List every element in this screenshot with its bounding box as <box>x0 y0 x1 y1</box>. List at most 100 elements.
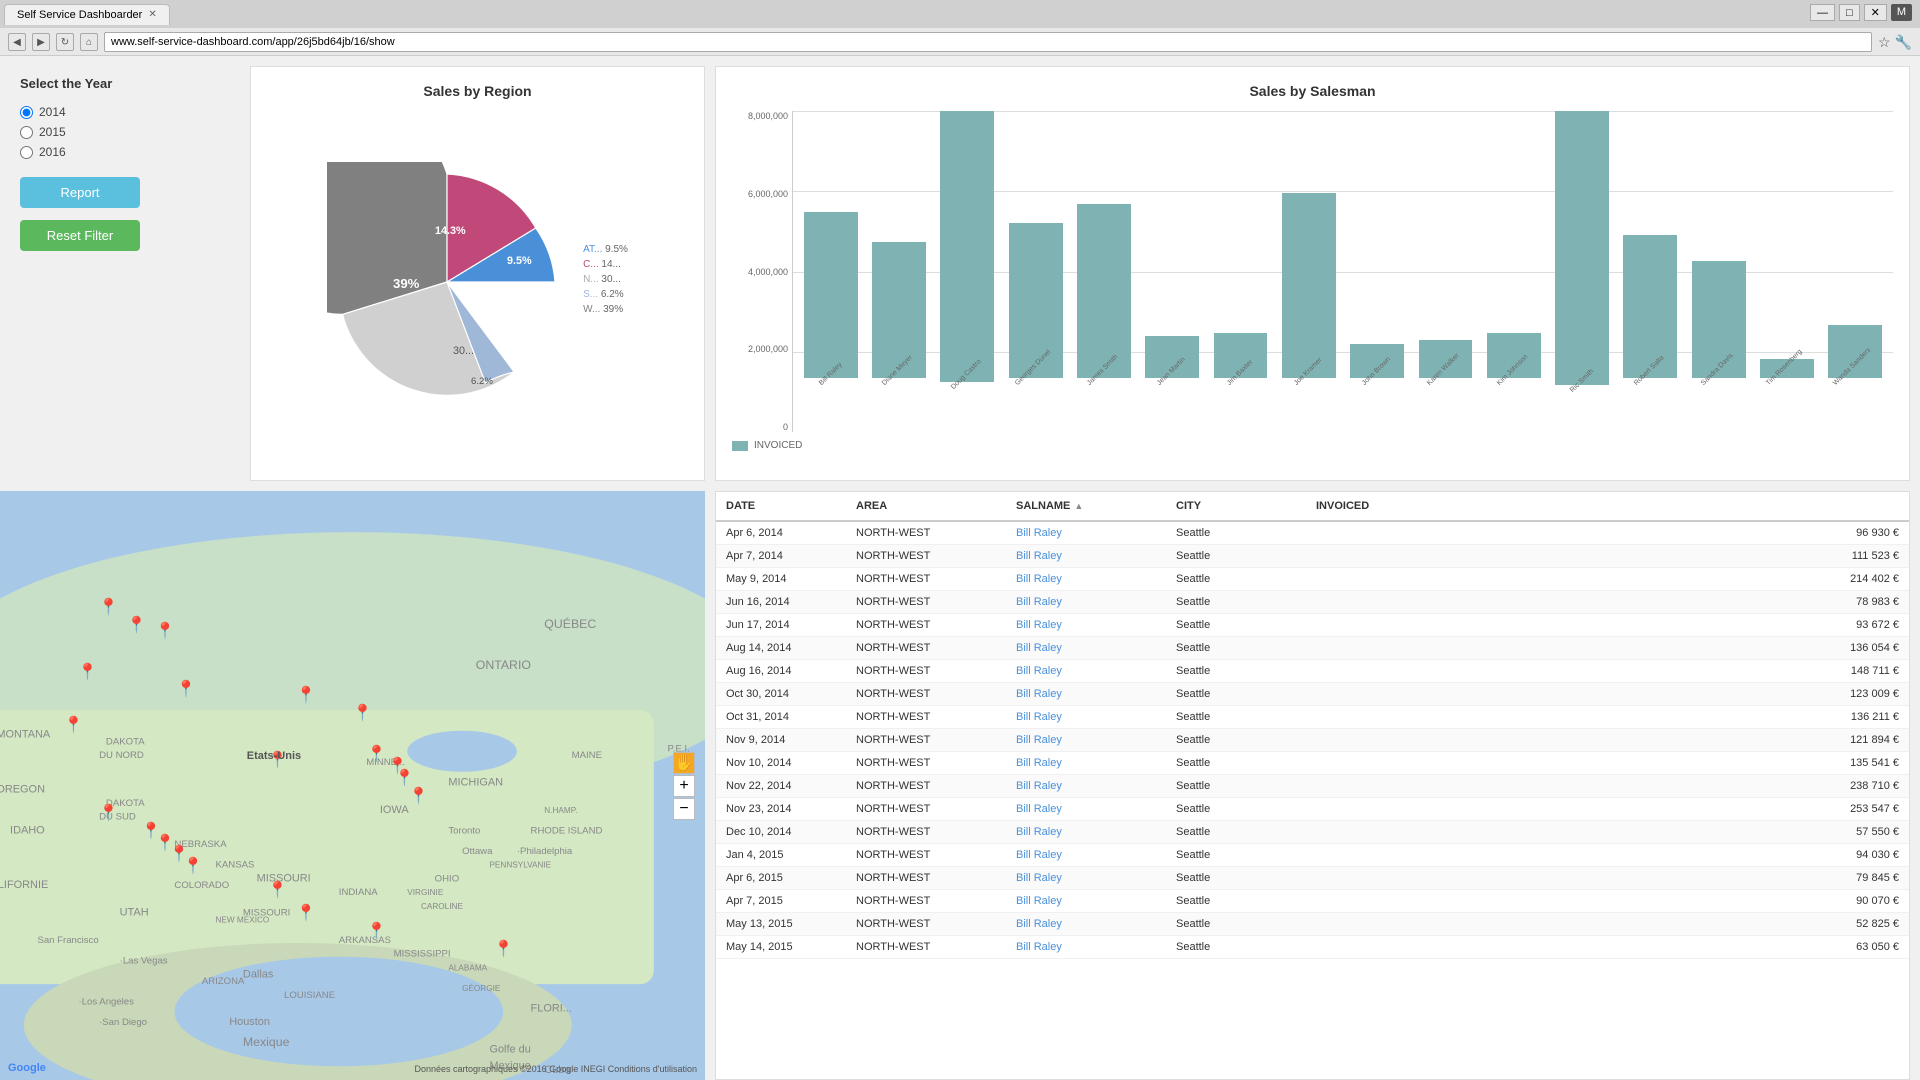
bookmark-icon[interactable]: ☆ <box>1878 34 1891 51</box>
bar-group: Tim Rosenberg <box>1753 111 1820 432</box>
forward-button[interactable]: ▶ <box>32 33 50 51</box>
map-pin[interactable]: 📍 <box>127 615 147 635</box>
close-window-button[interactable]: ✕ <box>1864 4 1887 21</box>
cell-salname[interactable]: Bill Raley <box>1016 527 1176 539</box>
reload-button[interactable]: ↻ <box>56 33 74 51</box>
reset-filter-button[interactable]: Reset Filter <box>20 220 140 251</box>
map-pins-container: 📍 📍 📍 📍 📍 📍 📍 📍 📍 📍 📍 📍 📍 📍 📍 📍 📍 📍 📍 <box>0 491 705 1080</box>
legend-s-value: 6.2% <box>601 289 624 300</box>
url-input[interactable] <box>104 32 1872 52</box>
map-pin[interactable]: 📍 <box>78 662 98 682</box>
cell-salname[interactable]: Bill Raley <box>1016 711 1176 723</box>
active-tab[interactable]: Self Service Dashboarder ✕ <box>4 4 170 25</box>
drag-icon[interactable]: ✋ <box>673 752 695 774</box>
cell-salname[interactable]: Bill Raley <box>1016 941 1176 953</box>
zoom-out-button[interactable]: − <box>673 798 695 820</box>
year-2016-option[interactable]: 2016 <box>20 145 230 159</box>
map-pin[interactable]: 📍 <box>63 715 83 735</box>
svg-text:39%: 39% <box>393 276 420 291</box>
year-2015-radio[interactable] <box>20 126 33 139</box>
map-pin[interactable]: 📍 <box>176 679 196 699</box>
year-2014-radio[interactable] <box>20 106 33 119</box>
cell-salname[interactable]: Bill Raley <box>1016 918 1176 930</box>
pie-chart-svg: 39% 14.3% 9.5% 30... 6.2% <box>327 162 567 402</box>
year-2014-option[interactable]: 2014 <box>20 105 230 119</box>
cell-invoiced: 79 845 € <box>1316 872 1899 884</box>
map-pin[interactable]: 📍 <box>409 786 429 806</box>
bar-group: John Brown <box>1344 111 1411 432</box>
cell-salname[interactable]: Bill Raley <box>1016 895 1176 907</box>
table-row: Apr 7, 2014 NORTH-WEST Bill Raley Seattl… <box>716 545 1909 568</box>
maximize-button[interactable]: □ <box>1839 4 1860 21</box>
cell-city: Seattle <box>1176 803 1316 815</box>
map-pin[interactable]: 📍 <box>296 903 316 923</box>
svg-text:14.3%: 14.3% <box>435 225 466 237</box>
cell-invoiced: 93 672 € <box>1316 619 1899 631</box>
cell-area: NORTH-WEST <box>856 596 1016 608</box>
map-pin[interactable]: 📍 <box>155 621 175 641</box>
cell-invoiced: 148 711 € <box>1316 665 1899 677</box>
legend-item-c: C... 14... <box>583 259 628 270</box>
cell-invoiced: 63 050 € <box>1316 941 1899 953</box>
map-pin[interactable]: 📍 <box>353 703 373 723</box>
cell-salname[interactable]: Bill Raley <box>1016 573 1176 585</box>
col-area-label: AREA <box>856 500 887 512</box>
cell-city: Seattle <box>1176 872 1316 884</box>
cell-city: Seattle <box>1176 619 1316 631</box>
cell-date: Oct 30, 2014 <box>726 688 856 700</box>
cell-salname[interactable]: Bill Raley <box>1016 619 1176 631</box>
cell-invoiced: 52 825 € <box>1316 918 1899 930</box>
map-pin[interactable]: 📍 <box>99 803 119 823</box>
col-invoiced: INVOICED <box>1316 500 1899 512</box>
map-pin[interactable]: 📍 <box>494 939 514 959</box>
cell-area: NORTH-WEST <box>856 803 1016 815</box>
cell-salname[interactable]: Bill Raley <box>1016 826 1176 838</box>
cell-date: Dec 10, 2014 <box>726 826 856 838</box>
cell-salname[interactable]: Bill Raley <box>1016 688 1176 700</box>
cell-salname[interactable]: Bill Raley <box>1016 803 1176 815</box>
minimize-button[interactable]: — <box>1810 4 1835 21</box>
cell-salname[interactable]: Bill Raley <box>1016 757 1176 769</box>
tab-close-button[interactable]: ✕ <box>148 9 156 20</box>
bar-legend-label: INVOICED <box>754 440 802 451</box>
cell-salname[interactable]: Bill Raley <box>1016 734 1176 746</box>
cell-area: NORTH-WEST <box>856 849 1016 861</box>
cell-salname[interactable]: Bill Raley <box>1016 642 1176 654</box>
map-pin[interactable]: 📍 <box>268 880 288 900</box>
svg-text:6.2%: 6.2% <box>471 376 493 387</box>
col-date-label: DATE <box>726 500 755 512</box>
table-body[interactable]: Apr 6, 2014 NORTH-WEST Bill Raley Seattl… <box>716 522 1909 1079</box>
cell-date: Jun 16, 2014 <box>726 596 856 608</box>
cell-area: NORTH-WEST <box>856 527 1016 539</box>
back-button[interactable]: ◀ <box>8 33 26 51</box>
map-pin[interactable]: 📍 <box>183 856 203 876</box>
legend-n-label: N... <box>583 274 599 285</box>
year-2016-radio[interactable] <box>20 146 33 159</box>
pie-chart-panel: Sales by Region 39% 14.3% 9. <box>250 66 705 481</box>
cell-invoiced: 135 541 € <box>1316 757 1899 769</box>
home-button[interactable]: ⌂ <box>80 33 98 51</box>
map-pin[interactable]: 📍 <box>99 597 119 617</box>
bar-group: Jean Martin <box>1139 111 1206 432</box>
report-button[interactable]: Report <box>20 177 140 208</box>
map-pin[interactable]: 📍 <box>367 744 387 764</box>
map-panel[interactable]: ONTARIO QUÉBEC MONTANA DAKOTA DU NORD DA… <box>0 491 705 1080</box>
col-salname[interactable]: SALNAME ▲ <box>1016 500 1176 512</box>
cell-city: Seattle <box>1176 941 1316 953</box>
cell-invoiced: 136 211 € <box>1316 711 1899 723</box>
cell-invoiced: 136 054 € <box>1316 642 1899 654</box>
cell-salname[interactable]: Bill Raley <box>1016 550 1176 562</box>
pie-chart: 39% 14.3% 9.5% 30... 6.2% <box>327 162 567 402</box>
extension-icon[interactable]: 🔧 <box>1895 34 1912 51</box>
cell-salname[interactable]: Bill Raley <box>1016 780 1176 792</box>
year-2015-option[interactable]: 2015 <box>20 125 230 139</box>
col-salname-label: SALNAME <box>1016 500 1070 512</box>
cell-salname[interactable]: Bill Raley <box>1016 849 1176 861</box>
cell-salname[interactable]: Bill Raley <box>1016 596 1176 608</box>
zoom-in-button[interactable]: + <box>673 775 695 797</box>
cell-salname[interactable]: Bill Raley <box>1016 665 1176 677</box>
cell-salname[interactable]: Bill Raley <box>1016 872 1176 884</box>
map-pin[interactable]: 📍 <box>296 685 316 705</box>
map-pin[interactable]: 📍 <box>367 921 387 941</box>
legend-item-at: AT... 9.5% <box>583 244 628 255</box>
